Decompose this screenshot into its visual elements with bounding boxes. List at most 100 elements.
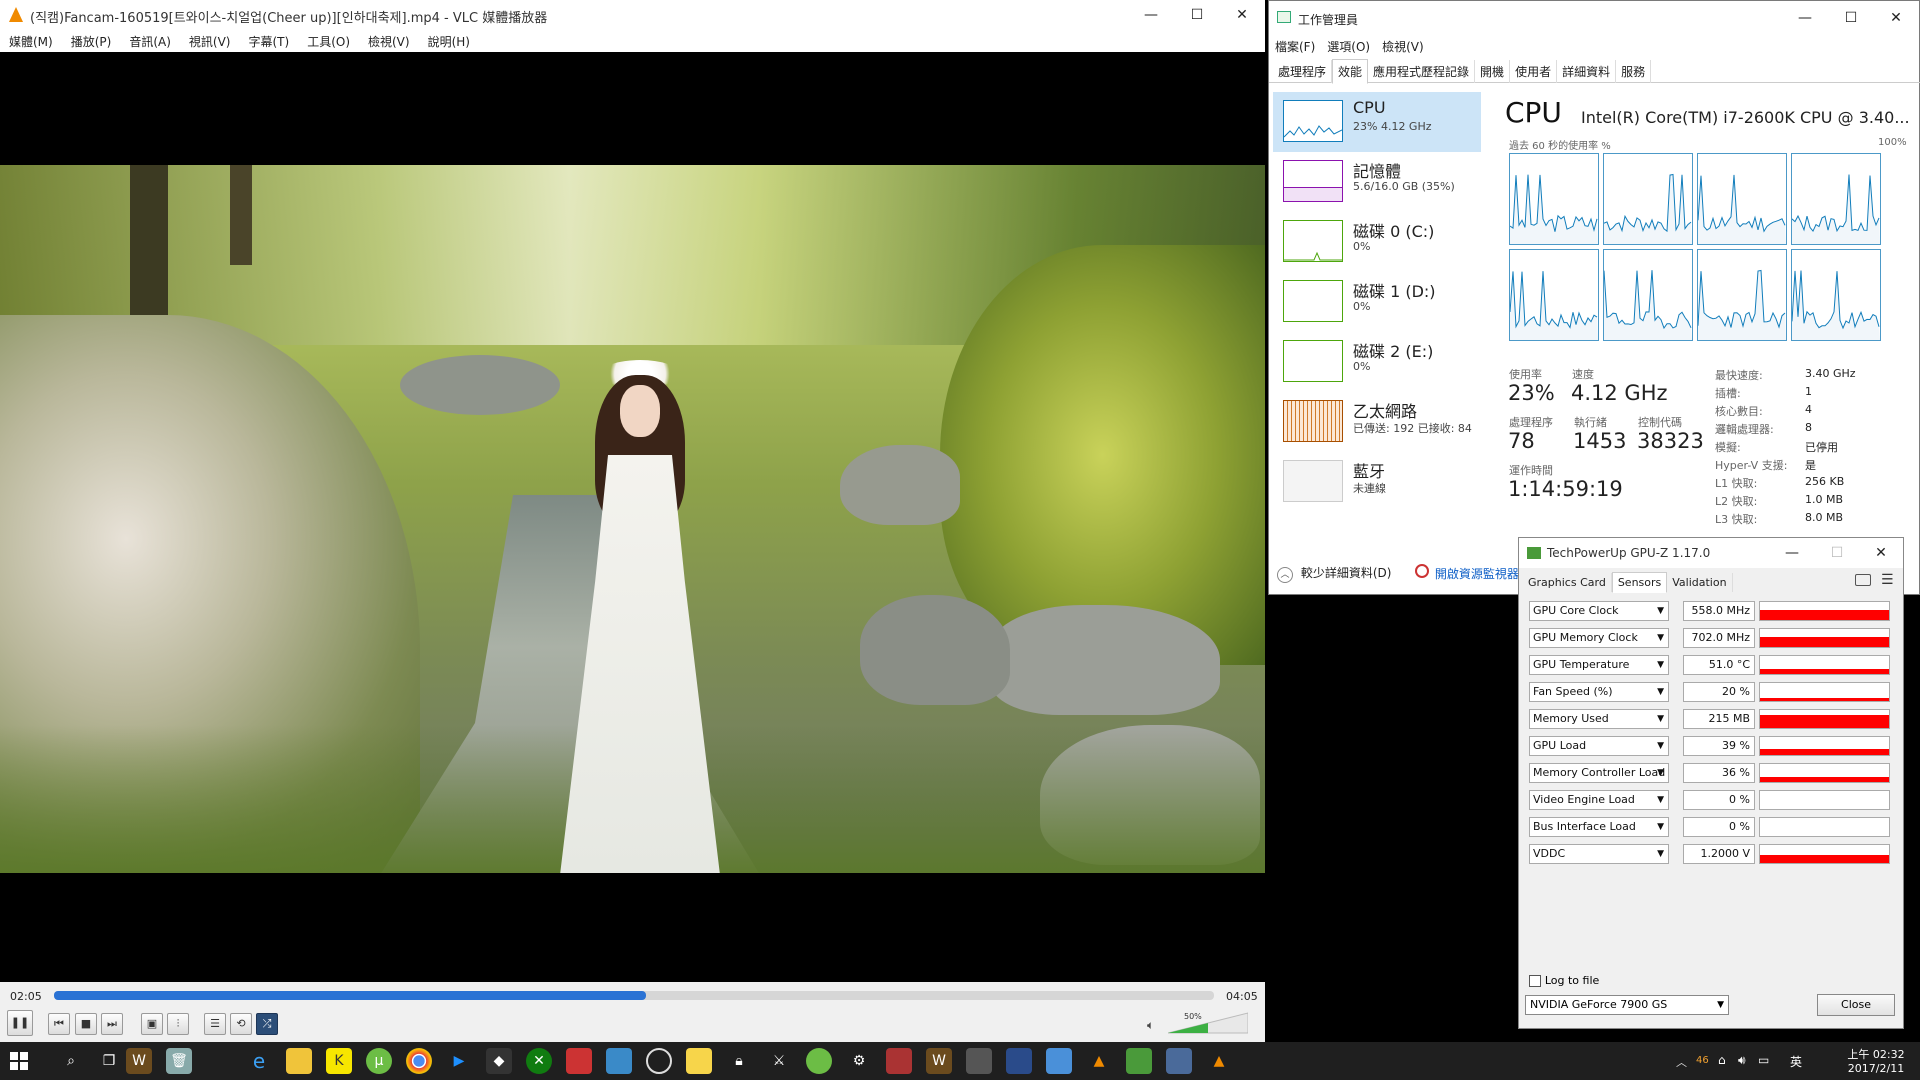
vlc-menu-video[interactable]: 視訊(V) [180, 30, 240, 53]
tm-minimize-button[interactable]: — [1782, 3, 1828, 33]
camera-icon[interactable] [1855, 574, 1871, 586]
vlc-video-area[interactable] [0, 52, 1265, 982]
app-icon[interactable] [566, 1048, 592, 1074]
vlc-maximize-button[interactable]: ☐ [1174, 0, 1220, 30]
gpuz-minimize-button[interactable]: — [1769, 538, 1815, 568]
tab-validation[interactable]: Validation [1667, 573, 1733, 592]
sidebar-item-disk1[interactable]: 磁碟 1 (D:) 0% [1273, 272, 1481, 332]
sensor-name-dropdown[interactable]: Fan Speed (%) ▼ [1529, 682, 1669, 702]
show-hidden-icons-chevron-icon[interactable]: ︿ [1676, 1054, 1687, 1070]
game-icon[interactable]: ◆ [486, 1048, 512, 1074]
tab-performance[interactable]: 效能 [1332, 59, 1369, 84]
recycle-bin-icon[interactable]: 🗑︎ [166, 1048, 192, 1074]
sensor-name-dropdown[interactable]: Bus Interface Load ▼ [1529, 817, 1669, 837]
vlc-menu-help[interactable]: 說明(H) [419, 30, 479, 53]
task-view-icon[interactable]: ❐ [96, 1048, 122, 1074]
volume-icon[interactable]: 🔊︎ [1738, 1053, 1746, 1068]
extended-settings-button[interactable]: ⫶ [167, 1013, 189, 1035]
tm-menu-file[interactable]: 檔案(F) [1269, 35, 1321, 58]
vlc-menu-audio[interactable]: 音訊(A) [120, 30, 180, 53]
gpuz-titlebar[interactable]: TechPowerUp GPU-Z 1.17.0 — ☐ ✕ [1519, 538, 1903, 568]
tm-menu-view[interactable]: 檢視(V) [1376, 35, 1430, 58]
fewer-details-link[interactable]: ︿ 較少詳細資料(D) [1277, 564, 1391, 583]
chrome-icon[interactable] [406, 1048, 432, 1074]
sidebar-item-disk2[interactable]: 磁碟 2 (E:) 0% [1273, 332, 1481, 392]
vlc-menu-media[interactable]: 媒體(M) [0, 30, 62, 53]
xbox-icon[interactable]: ✕ [526, 1048, 552, 1074]
sensor-name-dropdown[interactable]: GPU Load ▼ [1529, 736, 1669, 756]
file-explorer-icon[interactable] [286, 1048, 312, 1074]
tab-sensors[interactable]: Sensors [1611, 572, 1668, 593]
sticky-notes-icon[interactable] [686, 1048, 712, 1074]
vlc-titlebar[interactable]: (직캠)Fancam-160519[트와이스-치얼업(Cheer up)][인하… [0, 0, 1265, 30]
loop-button[interactable]: ⟲ [230, 1013, 252, 1035]
utorrent-icon[interactable]: µ [366, 1048, 392, 1074]
tm-titlebar[interactable]: 工作管理員 — ☐ ✕ [1269, 1, 1919, 33]
app-icon[interactable] [806, 1048, 832, 1074]
sensor-name-dropdown[interactable]: GPU Core Clock ▼ [1529, 601, 1669, 621]
playlist-button[interactable]: ☰ [204, 1013, 226, 1035]
vlc-menu-subtitle[interactable]: 字幕(T) [239, 30, 298, 53]
vlc-minimize-button[interactable]: — [1128, 0, 1174, 30]
app-icon[interactable]: ⚔ [766, 1048, 792, 1074]
vlc-close-button[interactable]: ✕ [1219, 0, 1265, 30]
close-button[interactable]: Close [1817, 994, 1895, 1016]
vlc-menu-view[interactable]: 檢視(V) [359, 30, 419, 53]
task-manager-taskbar-icon[interactable] [1166, 1048, 1192, 1074]
wow-icon[interactable]: W [126, 1048, 152, 1074]
app-icon[interactable] [966, 1048, 992, 1074]
media-player-icon[interactable]: ▶ [446, 1048, 472, 1074]
lock-icon[interactable]: 🔒︎ [726, 1048, 752, 1074]
app-icon[interactable] [1006, 1048, 1032, 1074]
tm-maximize-button[interactable]: ☐ [1828, 3, 1874, 33]
tab-processes[interactable]: 處理程序 [1273, 60, 1333, 83]
network-icon[interactable]: ⌂ [1718, 1053, 1726, 1067]
tab-users[interactable]: 使用者 [1510, 60, 1558, 83]
app-icon[interactable] [606, 1048, 632, 1074]
sensor-name-dropdown[interactable]: VDDC ▼ [1529, 844, 1669, 864]
tm-menu-options[interactable]: 選項(O) [1321, 35, 1376, 58]
app-icon[interactable] [886, 1048, 912, 1074]
open-resource-monitor-link[interactable]: 開啟資源監視器 [1415, 564, 1519, 582]
pause-button[interactable]: ❚❚ [7, 1010, 33, 1036]
sidebar-item-memory[interactable]: 記憶體 5.6/16.0 GB (35%) [1273, 152, 1481, 212]
sidebar-item-disk0[interactable]: 磁碟 0 (C:) 0% [1273, 212, 1481, 272]
gpuz-taskbar-icon[interactable] [1126, 1048, 1152, 1074]
speaker-icon[interactable]: 🔈︎ [1147, 1018, 1154, 1033]
gpuz-close-button[interactable]: ✕ [1858, 538, 1904, 568]
gpu-select[interactable]: NVIDIA GeForce 7900 GS ▼ [1525, 995, 1729, 1015]
clock-date[interactable]: 2017/2/11 [1842, 1062, 1910, 1075]
previous-button[interactable]: ⏮ [48, 1013, 70, 1035]
tab-graphics-card[interactable]: Graphics Card [1523, 573, 1612, 592]
settings-icon[interactable]: ⚙ [846, 1048, 872, 1074]
tab-services[interactable]: 服務 [1616, 60, 1652, 83]
shuffle-button[interactable]: ⤮ [256, 1013, 278, 1035]
stop-button[interactable]: ■ [75, 1013, 97, 1035]
seek-bar[interactable] [54, 991, 1214, 1000]
notification-icon[interactable]: ▭ [1758, 1053, 1769, 1067]
sensor-name-dropdown[interactable]: Video Engine Load ▼ [1529, 790, 1669, 810]
tm-close-button[interactable]: ✕ [1873, 3, 1919, 33]
app-icon[interactable] [1046, 1048, 1072, 1074]
edge-icon[interactable]: e [246, 1048, 272, 1074]
sensor-name-dropdown[interactable]: Memory Used ▼ [1529, 709, 1669, 729]
vlc-taskbar-icon[interactable]: ▲ [1086, 1048, 1112, 1074]
wow-icon[interactable]: W [926, 1048, 952, 1074]
vlc-taskbar-icon[interactable]: ▲ [1206, 1048, 1232, 1074]
start-button[interactable] [8, 1050, 30, 1072]
sidebar-item-bluetooth[interactable]: 藍牙 未連線 [1273, 452, 1481, 512]
sidebar-item-ethernet[interactable]: 乙太網路 已傳送: 192 已接收: 84 [1273, 392, 1481, 452]
log-to-file-checkbox[interactable]: Log to file [1529, 973, 1599, 987]
sensor-name-dropdown[interactable]: GPU Memory Clock ▼ [1529, 628, 1669, 648]
sensor-name-dropdown[interactable]: GPU Temperature ▼ [1529, 655, 1669, 675]
tab-startup[interactable]: 開機 [1475, 60, 1511, 83]
ime-indicator[interactable]: 英 [1790, 1053, 1802, 1070]
next-button[interactable]: ⏭ [101, 1013, 123, 1035]
vlc-menu-playback[interactable]: 播放(P) [62, 30, 121, 53]
search-icon[interactable]: ⌕ [58, 1048, 84, 1074]
volume-slider[interactable]: 50% [1167, 1012, 1249, 1034]
kakaotalk-icon[interactable]: K [326, 1048, 352, 1074]
gpuz-maximize-button[interactable]: ☐ [1814, 538, 1860, 568]
fullscreen-button[interactable]: ▣ [141, 1013, 163, 1035]
menu-icon[interactable]: ☰ [1881, 572, 1894, 588]
